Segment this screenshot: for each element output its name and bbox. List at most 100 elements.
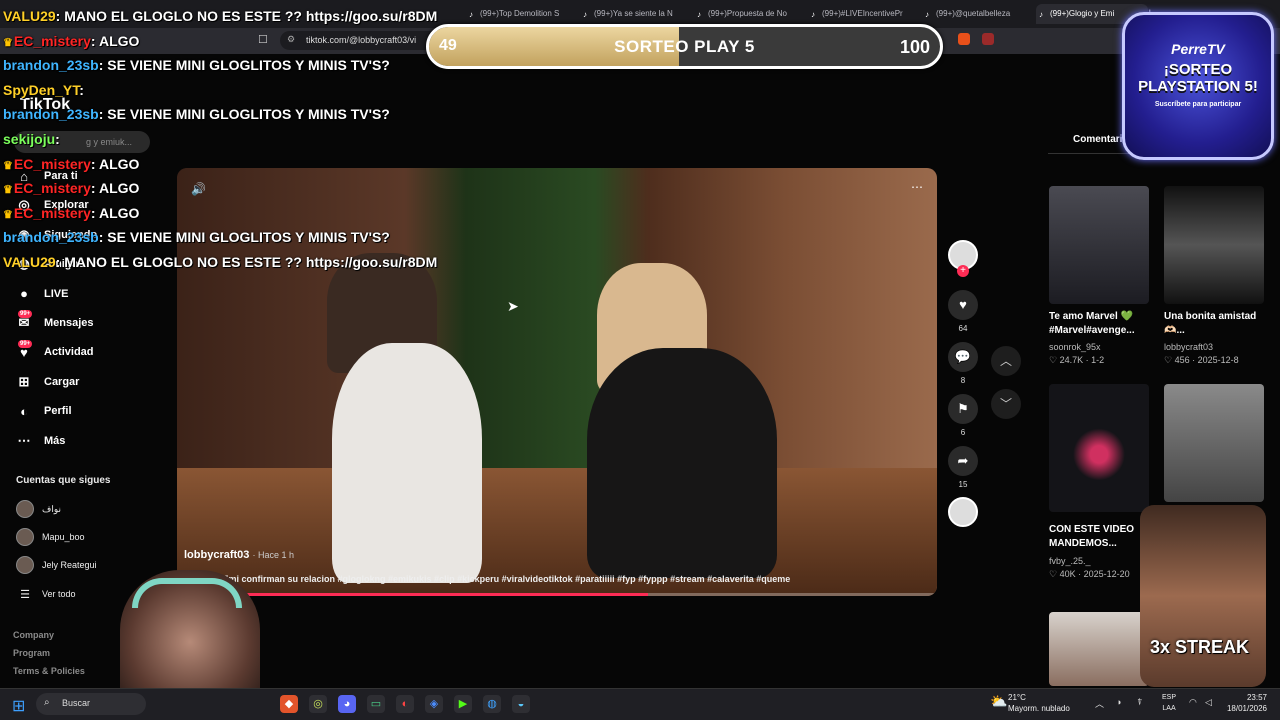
- share-action[interactable]: ➦ 15: [948, 446, 978, 489]
- sidebar-item-perfil[interactable]: ◐ Perfil: [14, 400, 71, 422]
- browser-tab[interactable]: ♪ (99+)Propuesta de No: [694, 4, 806, 24]
- discord-icon[interactable]: ◕: [338, 695, 356, 713]
- chat-message: ♛EC_mistery: ALGO: [3, 204, 140, 221]
- crown-icon: ♛: [3, 184, 13, 197]
- chat-message: ♛EC_mistery: ALGO: [3, 180, 140, 197]
- taskbar-search-input[interactable]: Buscar: [36, 693, 146, 715]
- site-info-icon[interactable]: ⚙: [287, 34, 295, 45]
- notification-badge: 99+: [18, 339, 33, 348]
- chat-text: ALGO: [98, 204, 140, 221]
- chat-username: brandon_23sb: [3, 229, 99, 246]
- related-video-thumbnail[interactable]: [1049, 186, 1149, 304]
- sidebar-item-mensajes[interactable]: ✉ 99+ Mensajes: [14, 310, 94, 334]
- taskbar: [0, 688, 1280, 720]
- see-all-label: Ver todo: [42, 589, 76, 599]
- wifi-icon[interactable]: ◠: [1189, 697, 1197, 708]
- sidebar-item-live[interactable]: ● LIVE: [14, 283, 68, 305]
- follow-plus-icon[interactable]: +: [957, 265, 969, 277]
- tray-chevron-icon[interactable]: ︿: [1095, 697, 1104, 710]
- sidebar-item-cargar[interactable]: ⊞ Cargar: [14, 371, 80, 393]
- heart-action[interactable]: ♥ 64: [948, 290, 978, 333]
- brave-shield-icon[interactable]: [958, 33, 970, 45]
- related-video-thumbnail[interactable]: [1164, 186, 1264, 304]
- browser-tab[interactable]: ♪ (99+)Ya se siente la N: [580, 4, 692, 24]
- raffle-progress-bar: 49 SORTEO PLAY 5 100: [426, 24, 943, 69]
- more-icon: ⋯: [17, 432, 31, 448]
- more-options-icon[interactable]: ⋯: [911, 180, 923, 194]
- comment-icon[interactable]: 💬: [948, 342, 978, 372]
- footer-program[interactable]: Program: [13, 648, 50, 658]
- globe-icon[interactable]: ◍: [483, 695, 501, 713]
- see-all-link[interactable]: ☰ Ver todo: [16, 585, 76, 603]
- streamer-headband: [132, 578, 242, 608]
- microphone-icon[interactable]: ⍒: [1137, 697, 1142, 708]
- weather-icon[interactable]: ⛅: [990, 693, 1007, 710]
- chat-username: EC_mistery: [13, 155, 91, 172]
- comment-action[interactable]: 💬 8: [948, 342, 978, 385]
- video-progress-bar[interactable]: [177, 593, 937, 596]
- app-icon[interactable]: ◈: [425, 695, 443, 713]
- following-account[interactable]: Mapu_boo: [16, 528, 85, 546]
- weather-widget[interactable]: 21°C Mayorm. nublado: [1008, 692, 1070, 714]
- raffle-title: SORTEO PLAY 5: [614, 37, 755, 56]
- brave-browser-icon[interactable]: ◆: [280, 695, 298, 713]
- sidebar-item-actividad[interactable]: ♥ 99+ Actividad: [14, 339, 94, 363]
- terminal-icon[interactable]: ▭: [367, 695, 385, 713]
- following-account[interactable]: نواف: [16, 500, 61, 518]
- video-time: Hace 1 h: [257, 550, 295, 560]
- messages-icon: ✉ 99+: [18, 310, 33, 330]
- related-video-title[interactable]: Te amo Marvel 💚 #Marvel#avenge...: [1049, 310, 1153, 338]
- related-video-title[interactable]: Una bonita amistad 🫶🏻...: [1164, 310, 1268, 338]
- system-clock[interactable]: 23:57 18/01/2026: [1225, 692, 1267, 714]
- following-account-name: Mapu_boo: [42, 532, 85, 542]
- scroll-down-icon[interactable]: ﹀: [991, 389, 1021, 419]
- related-video-user[interactable]: lobbycraft03: [1164, 342, 1213, 352]
- related-video-title[interactable]: CON ESTE VIDEO MANDEMOS...: [1049, 523, 1153, 551]
- related-video-thumbnail[interactable]: [1049, 384, 1149, 512]
- app-icon[interactable]: ◎: [309, 695, 327, 713]
- related-video-user[interactable]: fvby_.25._: [1049, 556, 1091, 566]
- volume-icon[interactable]: 🔊: [191, 182, 206, 196]
- sidebar-item-label: Más: [44, 434, 66, 447]
- bookmark-action[interactable]: ⚑ 6: [948, 394, 978, 437]
- related-video-thumbnail[interactable]: [1049, 612, 1149, 686]
- following-account[interactable]: Jely Reategui: [16, 556, 97, 574]
- sponsor-badge: PerreTV ¡SORTEO PLAYSTATION 5! Suscríbet…: [1122, 12, 1274, 160]
- sound-avatar[interactable]: [948, 497, 978, 527]
- windows-start-icon[interactable]: ⊞: [12, 696, 25, 716]
- tiktok-favicon-icon: ♪: [811, 10, 815, 19]
- chat-username: EC_mistery: [13, 180, 91, 197]
- sidebar-item-ms[interactable]: ⋯ Más: [14, 430, 66, 452]
- video-author[interactable]: lobbycraft03 · Hace 1 h: [184, 549, 294, 561]
- bookmark-star-icon[interactable]: ☐: [258, 33, 268, 46]
- heart-icon[interactable]: ♥: [948, 290, 978, 320]
- share-icon[interactable]: ➦: [948, 446, 978, 476]
- sidebar-item-label: Mensajes: [44, 317, 94, 329]
- footer-terms[interactable]: Terms & Policies: [13, 666, 85, 676]
- language-code: ESP: [1162, 694, 1177, 701]
- extension-icon[interactable]: [982, 33, 994, 45]
- video-author-name: lobbycraft03: [184, 549, 250, 561]
- footer-company[interactable]: Company: [13, 630, 54, 640]
- browser-tab[interactable]: ♪ (99+)#LIVEIncentivePr: [808, 4, 920, 24]
- bookmark-icon[interactable]: ⚑: [948, 394, 978, 424]
- list-icon: ☰: [20, 588, 30, 601]
- related-video-stats: ♡ 40K · 2025-12-20: [1049, 569, 1130, 579]
- badge-brand: PerreTV: [1171, 41, 1225, 57]
- browser-tab[interactable]: ♪ (99+)@quetalbelleza: [922, 4, 1034, 24]
- browser-tab[interactable]: ♪ (99+)Top Demolition S: [466, 4, 578, 24]
- tiktok-favicon-icon: ♪: [697, 10, 701, 19]
- language-indicator[interactable]: ESP LAA: [1162, 692, 1176, 714]
- crown-icon: ♛: [3, 159, 13, 172]
- video-person-right-body: [587, 348, 777, 578]
- streak-label: 3x STREAK: [1150, 637, 1250, 657]
- volume-icon[interactable]: ◁: [1205, 697, 1212, 708]
- kick-icon[interactable]: ▶: [454, 695, 472, 713]
- related-video-thumbnail[interactable]: [1164, 384, 1264, 502]
- scroll-up-icon[interactable]: ︿: [991, 346, 1021, 376]
- related-video-user[interactable]: soonrok_95x: [1049, 342, 1101, 352]
- chat-text: ALGO: [98, 180, 140, 197]
- app-icon[interactable]: ◐: [396, 695, 414, 713]
- steam-icon[interactable]: ◒: [512, 695, 530, 713]
- tray-app-icon[interactable]: ◑: [1116, 697, 1121, 707]
